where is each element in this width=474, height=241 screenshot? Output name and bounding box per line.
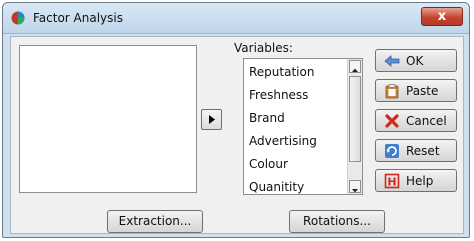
list-item[interactable]: Colour	[249, 157, 288, 171]
list-item[interactable]: Brand	[249, 111, 285, 125]
list-item[interactable]: Quanitity	[249, 180, 304, 194]
cancel-button[interactable]: Cancel	[375, 109, 457, 132]
list-item[interactable]: Advertising	[249, 134, 317, 148]
ok-button[interactable]: OK	[375, 49, 457, 72]
variables-scrollbar[interactable]	[347, 59, 362, 194]
scroll-down-button[interactable]	[349, 180, 361, 193]
dialog-body: Variables: Reputation Freshness Brand Ad…	[10, 36, 464, 234]
reset-icon	[385, 144, 399, 158]
app-icon	[11, 11, 25, 25]
ok-label: OK	[406, 54, 424, 68]
factor-analysis-dialog: Factor Analysis x Variables: Reputation …	[2, 2, 470, 238]
title-bar: Factor Analysis x	[3, 3, 469, 34]
close-icon: x	[437, 9, 447, 24]
help-button[interactable]: H Help	[375, 169, 457, 192]
variables-label: Variables:	[234, 41, 293, 55]
source-variable-list[interactable]	[19, 45, 197, 193]
scroll-up-button[interactable]	[349, 60, 361, 73]
cancel-label: Cancel	[406, 114, 447, 128]
list-item[interactable]: Freshness	[249, 88, 308, 102]
arrow-up-icon	[352, 68, 358, 72]
rotations-button[interactable]: Rotations...	[289, 210, 385, 233]
svg-text:H: H	[387, 176, 396, 189]
cancel-x-icon	[385, 114, 399, 128]
ok-arrow-icon	[384, 55, 400, 67]
paste-button[interactable]: Paste	[375, 79, 457, 102]
arrow-down-icon	[352, 189, 358, 193]
clipboard-icon	[385, 84, 399, 99]
help-label: Help	[406, 174, 434, 188]
extraction-button[interactable]: Extraction...	[107, 210, 203, 233]
reset-button[interactable]: Reset	[375, 139, 457, 162]
paste-label: Paste	[406, 84, 439, 98]
reset-label: Reset	[406, 144, 440, 158]
arrow-right-icon	[209, 115, 215, 124]
variables-list[interactable]: Reputation Freshness Brand Advertising C…	[243, 58, 363, 195]
list-item[interactable]: Reputation	[249, 65, 314, 79]
move-to-variables-button[interactable]	[201, 109, 222, 130]
close-button[interactable]: x	[421, 7, 463, 26]
scroll-thumb[interactable]	[349, 76, 361, 162]
window-title: Factor Analysis	[33, 11, 123, 25]
help-icon: H	[384, 173, 400, 189]
